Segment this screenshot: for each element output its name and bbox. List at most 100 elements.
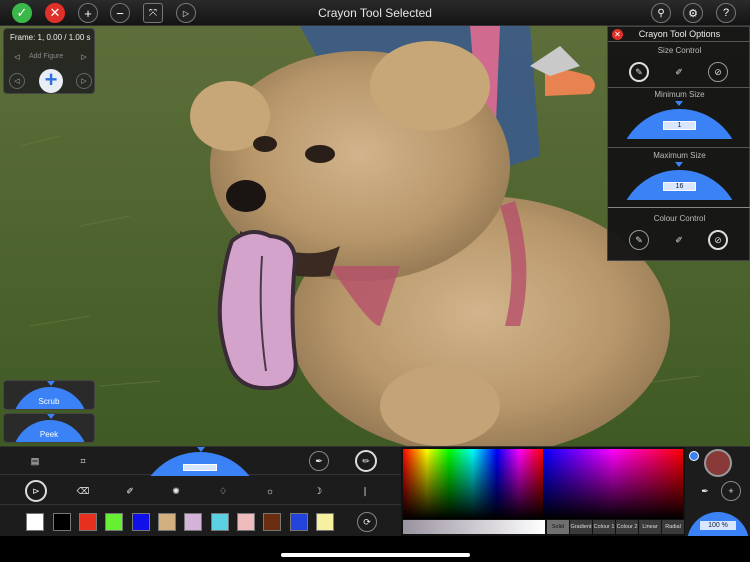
pencil-icon: ✐ xyxy=(126,485,134,496)
home-indicator[interactable] xyxy=(281,553,470,557)
moon-icon: ☽ xyxy=(313,485,323,496)
eraser-icon: ⌫ xyxy=(76,485,90,496)
smudge-tool-button[interactable]: ☽ xyxy=(308,481,328,501)
marker-icon: ❘ xyxy=(361,485,369,496)
swatch-red[interactable] xyxy=(79,513,97,531)
scrub-gauge[interactable]: Scrub xyxy=(3,380,95,410)
top-toolbar: ✓ ✕ + − ⤧ ▷ Crayon Tool Selected ⚲ ⚙ ? xyxy=(0,0,750,26)
crayon-tool-options-panel: ✕ Crayon Tool Options Size Control ✎ ✐ ⊘… xyxy=(607,26,750,261)
stamp-icon: ▤ xyxy=(30,455,40,466)
blur-tool-button[interactable]: ☼ xyxy=(260,481,280,501)
eyedropper-icon: ✒ xyxy=(701,485,709,496)
size-pressure-button[interactable]: ✎ xyxy=(629,62,649,82)
swatch-tan[interactable] xyxy=(158,513,176,531)
pen-pressure-icon: ✎ xyxy=(635,234,643,245)
colour-spectrum[interactable] xyxy=(403,449,683,519)
colour-control-label: Colour Control xyxy=(653,214,706,223)
swatch-blue[interactable] xyxy=(132,513,150,531)
colour-none-button[interactable]: ⊘ xyxy=(708,230,728,250)
info-icon[interactable] xyxy=(689,451,699,461)
tool-row-middle: ⊳ ⌫ ✐ ✺ ♢ ☼ ☽ ❘ xyxy=(0,477,401,505)
prev-figure-button[interactable]: ◁ xyxy=(9,49,25,65)
sun-icon: ☼ xyxy=(265,486,275,496)
eraser-tool-button[interactable]: ⌫ xyxy=(73,481,93,501)
peek-gauge[interactable]: Peek xyxy=(3,413,95,443)
eyedropper-icon: ✒ xyxy=(315,455,323,466)
plus-icon: + xyxy=(728,486,734,496)
minimum-size-label: Minimum Size xyxy=(654,90,705,99)
peek-label: Peek xyxy=(39,430,59,439)
gear-icon: ⚙ xyxy=(688,7,698,20)
swatch-green[interactable] xyxy=(105,513,123,531)
mode-radial-button[interactable]: Radial xyxy=(662,520,684,534)
swatch-pale-yellow[interactable] xyxy=(316,513,334,531)
size-tilt-button[interactable]: ✐ xyxy=(669,62,689,82)
pen-disabled-icon: ⊘ xyxy=(714,234,722,245)
next-figure-button[interactable]: ▷ xyxy=(76,49,92,65)
add-figure-label: Add Figure xyxy=(29,53,64,60)
plus-icon: + xyxy=(44,67,58,92)
crayon-tool-button[interactable]: ✏ xyxy=(355,450,377,472)
help-button[interactable]: ? xyxy=(716,3,736,23)
mode-solid-button[interactable]: Solid xyxy=(547,520,569,534)
add-colour-button[interactable]: + xyxy=(721,481,741,501)
fill-tool-button[interactable]: ♢ xyxy=(213,481,233,501)
maximum-size-value: 16 xyxy=(663,182,696,191)
pen-pressure-icon: ✎ xyxy=(635,66,643,77)
eyedropper-tool-button[interactable]: ✒ xyxy=(309,451,329,471)
chevron-left-icon: ◁ xyxy=(14,54,20,61)
swatch-black[interactable] xyxy=(53,513,71,531)
mode-colour2-button[interactable]: Colour 2 xyxy=(616,520,638,534)
frame-panel: Frame: 1, 0.00 / 1.00 s ◁ Add Figure ▷ ◁… xyxy=(3,28,95,94)
scrub-label: Scrub xyxy=(38,397,60,406)
maximum-size-gauge[interactable]: 16 xyxy=(618,162,741,200)
eyedropper-button[interactable]: ✒ xyxy=(695,481,715,501)
marker-tool-button[interactable]: ❘ xyxy=(355,481,375,501)
refresh-icon: ⟳ xyxy=(363,516,371,527)
minimum-size-gauge[interactable]: 1 xyxy=(618,101,741,139)
transform-tool-button[interactable]: ⌗ xyxy=(73,451,93,471)
swatch-white[interactable] xyxy=(26,513,44,531)
tool-palette: ▤ ⌗ ✒ ✏ ⊳ ⌫ ✐ ✺ ♢ ☼ ☽ ❘ ⟳ xyxy=(0,446,401,536)
swatch-cyan[interactable] xyxy=(211,513,229,531)
pen-tilt-icon: ✐ xyxy=(675,66,683,77)
opacity-gauge[interactable]: 100 % xyxy=(687,508,749,536)
colour-pressure-button[interactable]: ✎ xyxy=(629,230,649,250)
swatch-lilac[interactable] xyxy=(184,513,202,531)
swatch-settings-button[interactable]: ⟳ xyxy=(357,512,377,532)
crop-icon: ⌗ xyxy=(80,455,86,466)
search-button[interactable]: ⚲ xyxy=(651,3,671,23)
current-colour-swatch[interactable] xyxy=(704,449,732,477)
help-icon: ? xyxy=(722,7,730,19)
page-title: Crayon Tool Selected xyxy=(318,6,432,20)
mode-linear-button[interactable]: Linear xyxy=(639,520,661,534)
pen-tilt-icon: ✐ xyxy=(675,234,683,245)
swatch-pink[interactable] xyxy=(237,513,255,531)
prev-frame-button[interactable]: ◁ xyxy=(9,73,25,89)
brush-size-gauge[interactable] xyxy=(137,452,263,476)
chevron-right-icon: ▷ xyxy=(81,78,87,85)
add-frame-button[interactable]: + xyxy=(39,69,63,93)
swatch-brown[interactable] xyxy=(263,513,281,531)
stamp-tool-button[interactable]: ▤ xyxy=(25,451,45,471)
drop-icon: ♢ xyxy=(218,485,228,496)
swatch-row: ⟳ xyxy=(0,507,401,535)
frame-label: Frame: 1, 0.00 / 1.00 s xyxy=(10,33,91,42)
next-frame-button[interactable]: ▷ xyxy=(76,73,92,89)
size-none-button[interactable]: ⊘ xyxy=(708,62,728,82)
pencil-tool-button[interactable]: ✐ xyxy=(120,481,140,501)
grayscale-bar[interactable] xyxy=(403,520,545,534)
options-title: Crayon Tool Options xyxy=(638,29,721,39)
opacity-value: 100 % xyxy=(700,521,736,530)
shape-tool-button[interactable]: ⊳ xyxy=(25,480,47,502)
pen-disabled-icon: ⊘ xyxy=(714,66,722,77)
settings-button[interactable]: ⚙ xyxy=(683,3,703,23)
colour-tilt-button[interactable]: ✐ xyxy=(669,230,689,250)
swatch-royal-blue[interactable] xyxy=(290,513,308,531)
colour-picker: Solid Gradient Colour 1 Colour 2 Linear … xyxy=(401,446,685,536)
spray-icon: ✺ xyxy=(172,485,180,496)
mode-colour1-button[interactable]: Colour 1 xyxy=(593,520,615,534)
mode-gradient-button[interactable]: Gradient xyxy=(570,520,592,534)
spray-tool-button[interactable]: ✺ xyxy=(166,481,186,501)
home-area xyxy=(0,536,750,562)
